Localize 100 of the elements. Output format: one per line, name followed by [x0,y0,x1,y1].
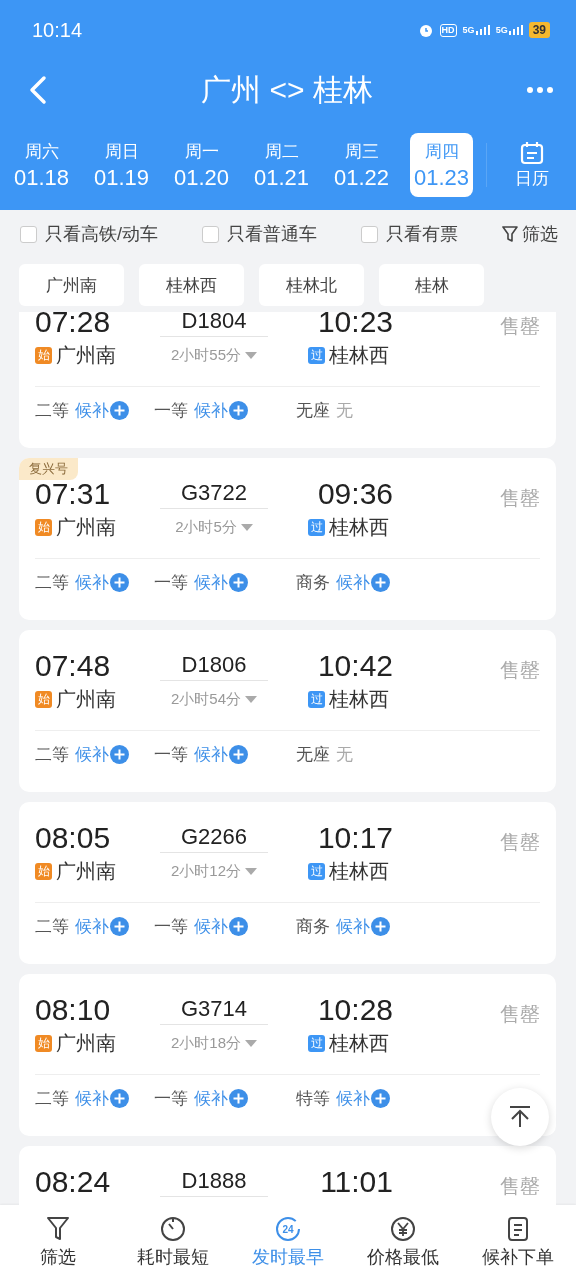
seat-class: 一等 [154,1088,188,1110]
yen-icon [390,1216,417,1242]
seat-class: 一等 [154,400,188,422]
seat-class: 二等 [35,916,69,938]
origin-tag: 始 [35,518,52,536]
sort-tab[interactable]: 筛选 [0,1205,116,1280]
clock-icon: 24 [275,1216,301,1242]
departure-time: 08:10 [35,992,112,1028]
caret-icon [245,695,257,703]
waitlist-button[interactable]: 候补 [75,915,129,938]
back-icon[interactable] [28,75,48,105]
timer-icon [159,1216,186,1242]
duration-toggle[interactable]: 2小时55分 [160,345,268,365]
pass-tag: 过 [308,862,325,880]
waitlist-button[interactable]: 候补 [336,571,390,594]
origin-tag: 始 [35,346,52,364]
plus-icon [229,745,248,764]
filter-checkbox[interactable]: 只看高铁/动车 [20,222,158,246]
hd-icon: HD [439,23,457,37]
train-number: G3722 [160,477,268,509]
departure-station: 广州南 [56,859,116,884]
date-tab[interactable]: 周日 01.19 [90,133,153,197]
caret-icon [245,351,257,359]
seat-class: 二等 [35,400,69,422]
station-chip[interactable]: 桂林 [379,264,484,306]
train-number: D1806 [160,649,268,681]
waitlist-button[interactable]: 候补 [194,743,248,766]
arrival-time: 10:28 [316,992,393,1028]
waitlist-button[interactable]: 候补 [75,399,129,422]
caret-icon [245,867,257,875]
plus-icon [371,1089,390,1108]
sort-tab[interactable]: 24 发时最早 [230,1205,346,1280]
filter-checkbox[interactable]: 只看有票 [361,222,458,246]
plus-icon [229,573,248,592]
waitlist-button[interactable]: 候补 [194,1087,248,1110]
more-icon[interactable] [526,86,554,94]
date-tab[interactable]: 周二 01.21 [250,133,313,197]
seat-class: 商务 [296,916,330,938]
sort-tab[interactable]: 耗时最短 [115,1205,231,1280]
status-time: 10:14 [32,18,83,42]
seat-class: 无座 [296,744,330,766]
waitlist-button[interactable]: 候补 [75,743,129,766]
departure-station: 广州南 [56,1031,116,1056]
plus-icon [371,573,390,592]
waitlist-button[interactable]: 候补 [194,571,248,594]
seat-class: 一等 [154,744,188,766]
battery-level: 39 [528,22,550,38]
seat-class: 商务 [296,572,330,594]
seat-availability: 无 [336,744,353,766]
arrival-time: 10:17 [316,820,393,856]
filter-checkbox[interactable]: 只看普通车 [202,222,317,246]
seat-class: 二等 [35,744,69,766]
origin-tag: 始 [35,862,52,880]
departure-time: 08:05 [35,820,112,856]
plus-icon [110,573,129,592]
waitlist-button[interactable]: 候补 [75,571,129,594]
sold-out-label: 售罄 [499,486,540,510]
calendar-button[interactable]: 日历 [487,140,576,190]
filter-button[interactable]: 筛选 [501,222,558,246]
duration-toggle[interactable]: 2小时18分 [160,1033,268,1053]
date-tab[interactable]: 周四 01.23 [410,133,473,197]
train-type-badge: 复兴号 [19,458,78,480]
date-tab[interactable]: 周一 01.20 [170,133,233,197]
waitlist-button[interactable]: 候补 [336,1087,390,1110]
waitlist-button[interactable]: 候补 [194,399,248,422]
seat-class: 无座 [296,400,330,422]
station-chip[interactable]: 桂林西 [139,264,244,306]
waitlist-button[interactable]: 候补 [336,915,390,938]
departure-station: 广州南 [56,343,116,368]
plus-icon [229,917,248,936]
train-number: D1888 [160,1165,268,1197]
train-number: G2266 [160,821,268,853]
calendar-icon [519,140,544,165]
alarm-icon [417,22,434,38]
route-title: 广州 <> 桂林 [201,71,373,108]
sold-out-label: 售罄 [499,314,540,338]
filter-icon [45,1216,70,1242]
arrival-time: 11:01 [319,1164,393,1200]
duration-toggle[interactable]: 2小时5分 [160,517,268,537]
sort-tab[interactable]: 候补下单 [460,1205,576,1280]
arrival-station: 桂林西 [329,343,389,368]
station-chip[interactable]: 广州南 [19,264,124,306]
plus-icon [229,401,248,420]
duration-toggle[interactable]: 2小时54分 [160,689,268,709]
duration-toggle[interactable]: 2小时12分 [160,861,268,881]
plus-icon [110,917,129,936]
seat-availability: 无 [336,400,353,422]
pass-tag: 过 [308,690,325,708]
sold-out-label: 售罄 [499,830,540,854]
seat-class: 二等 [35,572,69,594]
date-tab[interactable]: 周三 01.22 [330,133,393,197]
arrival-station: 桂林西 [329,515,389,540]
plus-icon [229,1089,248,1108]
pass-tag: 过 [308,346,325,364]
date-tab[interactable]: 周六 01.18 [10,133,73,197]
waitlist-button[interactable]: 候补 [194,915,248,938]
sold-out-label: 售罄 [499,1174,540,1198]
station-chip[interactable]: 桂林北 [259,264,364,306]
sort-tab[interactable]: 价格最低 [345,1205,461,1280]
waitlist-button[interactable]: 候补 [75,1087,129,1110]
